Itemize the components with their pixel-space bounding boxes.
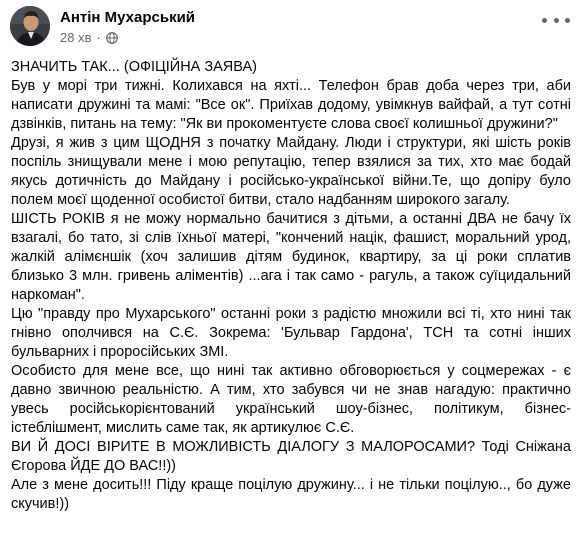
author-name[interactable]: Антін Мухарський [60, 9, 195, 26]
avatar-photo-icon [10, 6, 50, 46]
meta-separator: · [96, 30, 101, 45]
post-meta: 28 хв · [60, 30, 118, 45]
post-paragraph: ЗНАЧИТЬ ТАК... (ОФІЦІЙНА ЗАЯВА) [11, 59, 257, 75]
more-options-icon[interactable] [542, 10, 570, 30]
facebook-post: Антін Мухарський 28 хв · ЗНАЧИТЬ ТАК... … [0, 0, 584, 540]
post-header: Антін Мухарський 28 хв · [10, 6, 570, 52]
globe-icon[interactable] [105, 31, 118, 44]
post-paragraph: Цю "правду про Мухарського" останні роки… [11, 306, 571, 360]
post-paragraph: Але з мене досить!!! Піду краще поцілую … [11, 477, 571, 512]
post-paragraph: Друзі, я жив з цим ЩОДНЯ з початку Майда… [11, 135, 571, 208]
post-time[interactable]: 28 хв [60, 30, 91, 45]
post-paragraph: ШІСТЬ РОКІВ я не можу нормально бачитися… [11, 211, 571, 303]
post-paragraph: Особисто для мене все, що нині так актив… [11, 363, 571, 436]
post-paragraph: ВИ Й ДОСІ ВІРИТЕ В МОЖЛИВІСТЬ ДІАЛОГУ З … [11, 439, 571, 474]
avatar[interactable] [10, 6, 50, 46]
post-paragraph: Був у морі три тижні. Колихався на яхті.… [11, 78, 571, 132]
post-body: ЗНАЧИТЬ ТАК... (ОФІЦІЙНА ЗАЯВА) Був у мо… [11, 58, 571, 514]
